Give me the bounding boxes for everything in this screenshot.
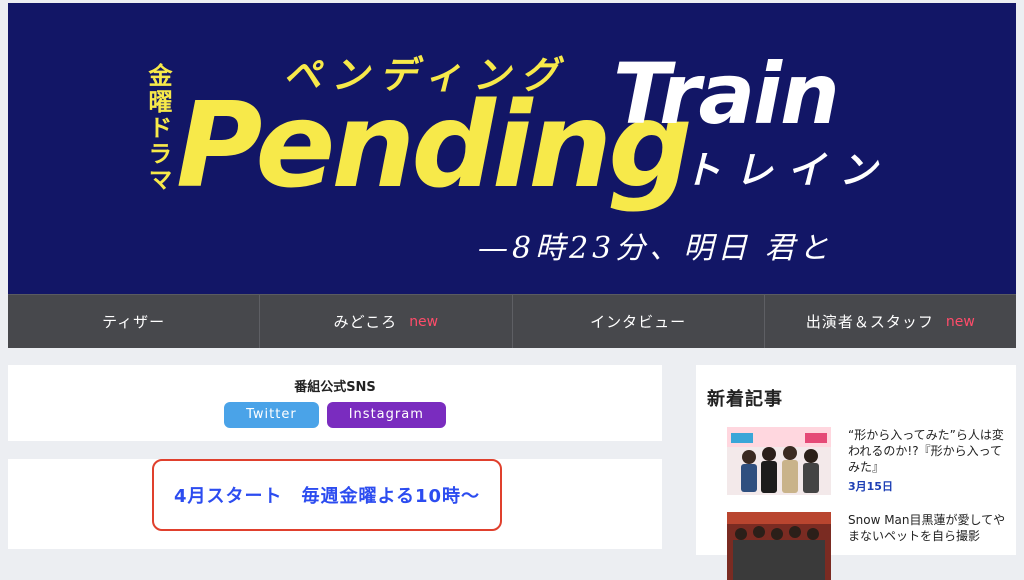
nav-label: ティザー — [102, 313, 166, 331]
instagram-button[interactable]: Instagram — [326, 402, 446, 428]
title-logo: 金曜ドラマ ペンディング Pending Train トレイン —8時23分、明… — [144, 45, 891, 266]
nav-label: 出演者＆スタッフ — [805, 313, 934, 331]
nav-item-highlights[interactable]: みどころ new — [260, 295, 513, 348]
sidebar-new-articles: 新着記事 “形から入ってみた”ら人は変われるのか!?『形から入ってみた』 3月1… — [696, 365, 1016, 580]
article-title[interactable]: “形から入ってみた”ら人は変われるのか!?『形から入ってみた』 — [848, 427, 1013, 475]
nav-item-cast-staff[interactable]: 出演者＆スタッフ new — [765, 295, 1016, 348]
sns-buttons: Twitter Instagram — [8, 402, 662, 428]
schedule-card: 4月スタート 毎週金曜よる10時〜 — [8, 459, 662, 549]
nav-item-interview[interactable]: インタビュー — [513, 295, 765, 348]
article-body: “形から入ってみた”ら人は変われるのか!?『形から入ってみた』 3月15日 — [848, 427, 1013, 494]
article-item[interactable]: “形から入ってみた”ら人は変われるのか!?『形から入ってみた』 3月15日 — [727, 427, 1016, 497]
drama-prefix: 金曜ドラマ — [144, 62, 173, 193]
hero-banner: 金曜ドラマ ペンディング Pending Train トレイン —8時23分、明… — [8, 3, 1016, 294]
article-title[interactable]: Snow Man目黒蓮が愛してやまないペットを自ら撮影 — [848, 512, 1013, 544]
sidebar-title: 新着記事 — [707, 389, 783, 410]
schedule-text: 4月スタート 毎週金曜よる10時〜 — [173, 486, 481, 507]
article-body: Snow Man目黒蓮が愛してやまないペットを自ら撮影 — [848, 512, 1013, 544]
title-train: Train — [613, 45, 838, 143]
sns-card: 番組公式SNS Twitter Instagram — [8, 365, 662, 441]
nav-label: インタビュー — [590, 313, 687, 331]
new-badge: new — [409, 313, 439, 330]
new-badge: new — [945, 313, 975, 330]
article-date: 3月15日 — [848, 480, 893, 493]
schedule-box: 4月スタート 毎週金曜よる10時〜 — [152, 459, 502, 531]
kana-bottom: トレイン — [683, 148, 891, 192]
main-nav: ティザー みどころ new インタビュー 出演者＆スタッフ new — [8, 294, 1016, 348]
tagline: —8時23分、明日 君と — [478, 231, 833, 266]
twitter-button[interactable]: Twitter — [224, 402, 319, 428]
article-item[interactable]: Snow Man目黒蓮が愛してやまないペットを自ら撮影 — [727, 512, 1016, 580]
nav-label: みどころ — [333, 313, 398, 331]
nav-item-teaser[interactable]: ティザー — [8, 295, 261, 348]
article-thumbnail[interactable] — [727, 512, 831, 580]
sns-title: 番組公式SNS — [294, 380, 376, 395]
article-thumbnail[interactable] — [727, 427, 831, 495]
